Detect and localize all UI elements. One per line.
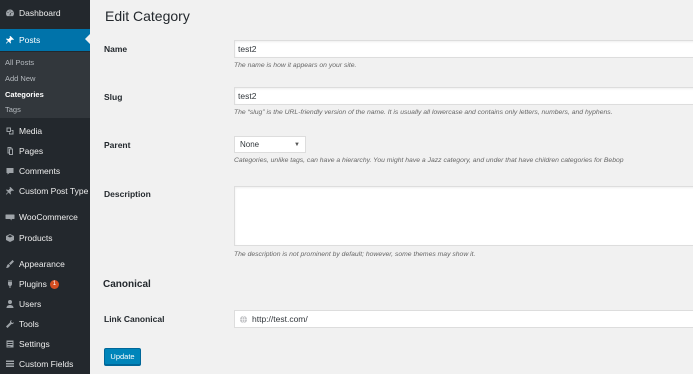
media-icon bbox=[1, 126, 19, 136]
menu-pages[interactable]: Pages bbox=[0, 141, 90, 161]
menu-tools-label: Tools bbox=[19, 319, 39, 329]
globe-icon bbox=[239, 315, 248, 324]
menu-custom-post-type[interactable]: Custom Post Type bbox=[0, 181, 90, 201]
admin-sidebar: Dashboard Posts All Posts Add New Catego… bbox=[0, 0, 90, 374]
menu-dashboard[interactable]: Dashboard bbox=[0, 3, 90, 23]
parent-select[interactable]: None ▼ bbox=[234, 136, 306, 153]
link-canonical-input[interactable]: http://test.com/ bbox=[234, 310, 693, 328]
parent-label: Parent bbox=[104, 140, 131, 150]
link-canonical-label: Link Canonical bbox=[104, 314, 165, 324]
pin-icon bbox=[1, 186, 19, 196]
custom-fields-icon bbox=[1, 359, 19, 369]
parent-select-value: None bbox=[240, 140, 260, 149]
slug-label: Slug bbox=[104, 92, 123, 102]
menu-media[interactable]: Media bbox=[0, 121, 90, 141]
plugins-update-badge: 1 bbox=[49, 279, 59, 289]
canonical-section-title: Canonical bbox=[103, 279, 151, 290]
menu-appearance[interactable]: Appearance bbox=[0, 254, 90, 274]
menu-products-label: Products bbox=[19, 233, 53, 243]
products-icon bbox=[1, 233, 19, 243]
slug-description: The “slug” is the URL-friendly version o… bbox=[234, 109, 613, 116]
submenu-tags[interactable]: Tags bbox=[5, 105, 21, 114]
users-icon bbox=[1, 299, 19, 309]
description-textarea[interactable] bbox=[234, 186, 693, 246]
menu-products[interactable]: Products bbox=[0, 228, 90, 248]
woocommerce-icon bbox=[1, 212, 19, 222]
edit-category-form: Edit Category Name The name is how it ap… bbox=[90, 0, 693, 374]
menu-settings[interactable]: Settings bbox=[0, 334, 90, 354]
menu-plugins[interactable]: Plugins 1 bbox=[0, 274, 90, 294]
menu-media-label: Media bbox=[19, 126, 43, 136]
chevron-down-icon: ▼ bbox=[294, 141, 300, 148]
menu-appearance-label: Appearance bbox=[19, 259, 65, 269]
menu-dashboard-label: Dashboard bbox=[19, 8, 61, 18]
parent-description: Categories, unlike tags, can have a hier… bbox=[234, 157, 624, 164]
name-description: The name is how it appears on your site. bbox=[234, 62, 357, 69]
description-label: Description bbox=[104, 189, 151, 199]
menu-comments-label: Comments bbox=[19, 166, 61, 176]
description-help: The description is not prominent by defa… bbox=[234, 251, 476, 258]
comments-icon bbox=[1, 166, 19, 176]
page-title: Edit Category bbox=[105, 8, 190, 24]
plugins-icon bbox=[1, 279, 19, 289]
submenu-all-posts[interactable]: All Posts bbox=[5, 58, 34, 67]
pages-icon bbox=[1, 146, 19, 156]
menu-tools[interactable]: Tools bbox=[0, 314, 90, 334]
appearance-icon bbox=[1, 259, 19, 269]
submenu-categories[interactable]: Categories bbox=[5, 90, 44, 99]
link-canonical-value: http://test.com/ bbox=[252, 314, 308, 324]
name-label: Name bbox=[104, 44, 128, 54]
menu-comments[interactable]: Comments bbox=[0, 161, 90, 181]
menu-posts[interactable]: Posts bbox=[0, 29, 90, 51]
name-input[interactable] bbox=[234, 40, 693, 58]
submenu-add-new[interactable]: Add New bbox=[5, 74, 35, 83]
menu-woocommerce[interactable]: WooCommerce bbox=[0, 207, 90, 227]
menu-custom-fields[interactable]: Custom Fields bbox=[0, 354, 90, 374]
tools-icon bbox=[1, 319, 19, 329]
menu-posts-label: Posts bbox=[19, 35, 41, 45]
dashboard-icon bbox=[1, 8, 19, 18]
slug-input[interactable] bbox=[234, 87, 693, 105]
menu-custom-post-type-label: Custom Post Type bbox=[19, 186, 89, 196]
menu-users[interactable]: Users bbox=[0, 294, 90, 314]
menu-settings-label: Settings bbox=[19, 339, 50, 349]
menu-woocommerce-label: WooCommerce bbox=[19, 212, 78, 222]
posts-submenu: All Posts Add New Categories Tags bbox=[0, 52, 90, 118]
update-button[interactable]: Update bbox=[104, 348, 141, 365]
menu-plugins-label: Plugins bbox=[19, 279, 47, 289]
menu-users-label: Users bbox=[19, 299, 42, 309]
settings-icon bbox=[1, 339, 19, 349]
menu-custom-fields-label: Custom Fields bbox=[19, 359, 74, 369]
pin-icon bbox=[1, 35, 19, 45]
menu-pages-label: Pages bbox=[19, 146, 44, 156]
